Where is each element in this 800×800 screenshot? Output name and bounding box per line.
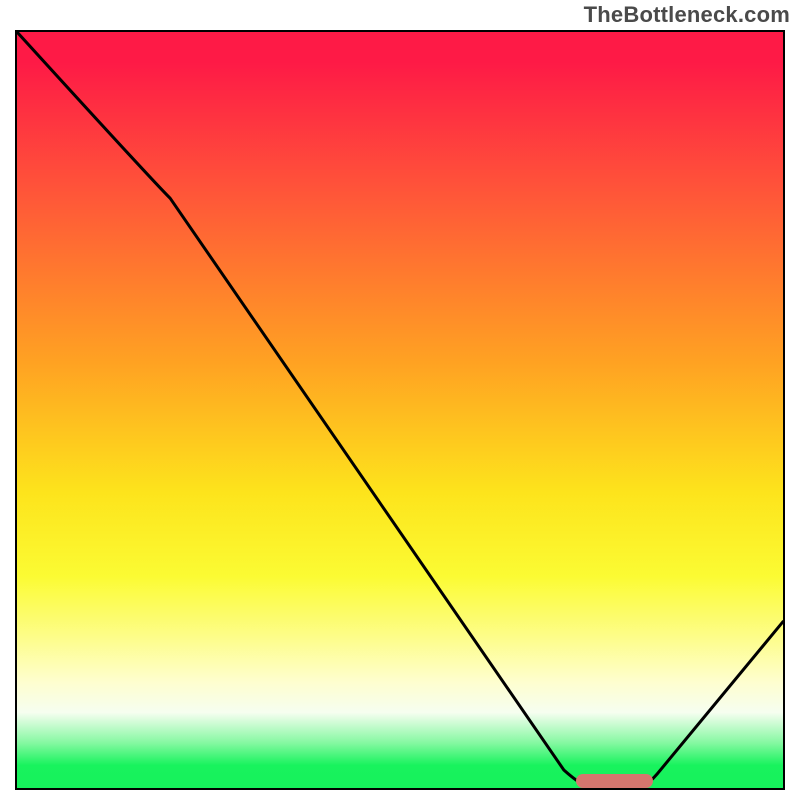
optimal-range-marker [576,774,653,788]
watermark-text: TheBottleneck.com [584,2,790,28]
bottleneck-curve [17,32,783,788]
chart-canvas: TheBottleneck.com [0,0,800,800]
plot-frame [15,30,785,790]
